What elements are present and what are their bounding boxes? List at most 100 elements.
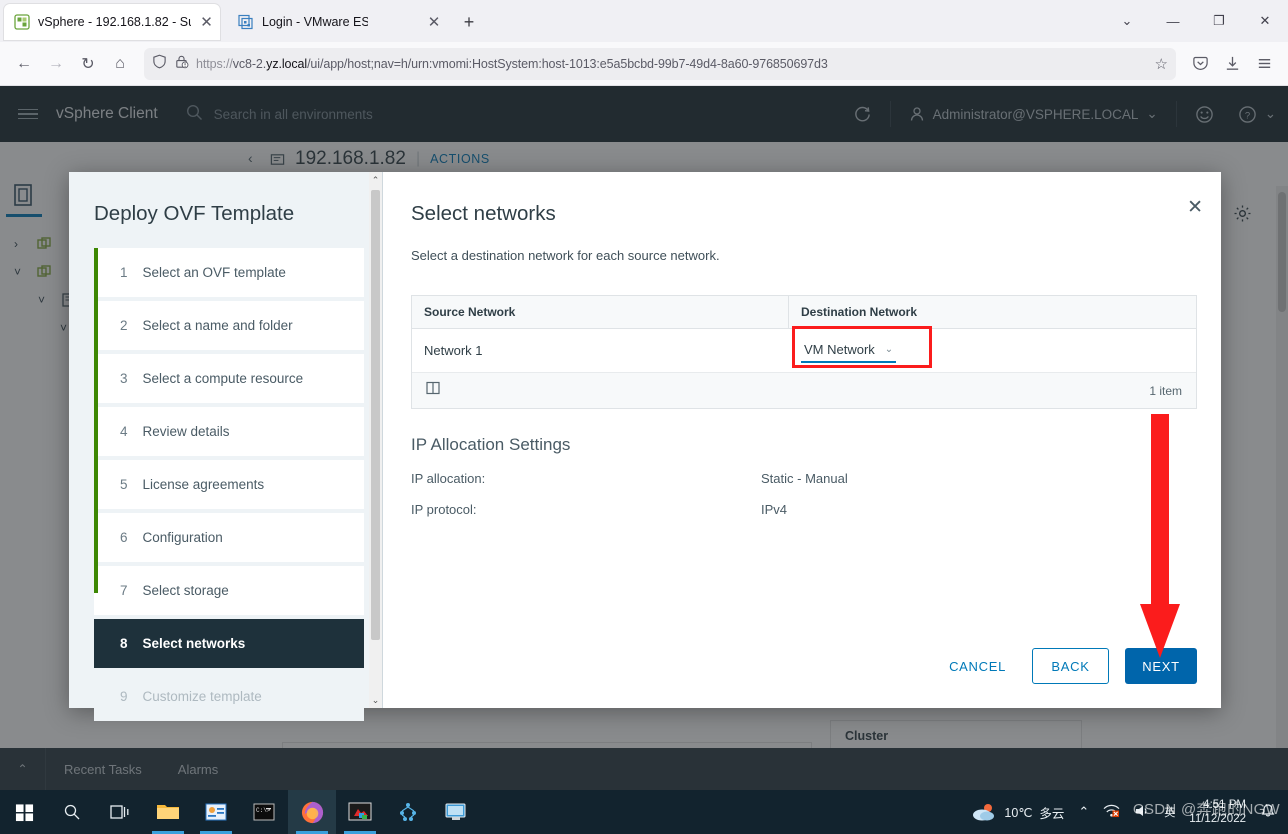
start-button[interactable]	[0, 790, 48, 834]
contact-card-icon[interactable]	[192, 790, 240, 834]
save-to-pocket-icon[interactable]	[1184, 48, 1216, 80]
reload-button[interactable]: ↻	[72, 48, 104, 80]
cancel-button[interactable]: CANCEL	[939, 648, 1016, 684]
column-header-source-network[interactable]: Source Network	[412, 295, 789, 329]
back-button[interactable]: BACK	[1032, 648, 1109, 684]
browser-nav-bar: ← → ↻ ⌂ https://vc8-2.yz.local/ui/app/ho…	[0, 42, 1288, 86]
close-icon[interactable]: ✕	[199, 15, 214, 30]
back-button[interactable]: ←	[8, 48, 40, 80]
ime-indicator[interactable]: 英	[1164, 804, 1175, 820]
scrollbar-thumb[interactable]	[371, 190, 380, 640]
wizard-step-5[interactable]: 5 License agreements	[94, 460, 364, 509]
monitor-icon[interactable]	[432, 790, 480, 834]
wizard-step-6[interactable]: 6 Configuration	[94, 513, 364, 562]
new-tab-button[interactable]: +	[456, 10, 482, 36]
scroll-up-icon[interactable]: ⌃	[369, 172, 382, 188]
wizard-step-8[interactable]: 8 Select networks	[94, 619, 364, 668]
tab-title: Login - VMware ESXi	[262, 15, 368, 29]
close-icon[interactable]: ✕	[1187, 198, 1203, 217]
volume-icon[interactable]	[1134, 804, 1150, 821]
step-number: 3	[120, 371, 128, 386]
destination-network-select[interactable]: VM Network ⌄	[801, 339, 897, 363]
close-icon[interactable]: ✕	[426, 15, 442, 30]
cell-destination-network: VM Network ⌄	[789, 325, 1196, 368]
ip-allocation-row: IP allocation: Static - Manual	[411, 471, 1197, 486]
esxi-icon	[238, 14, 254, 30]
task-view-icon[interactable]	[96, 790, 144, 834]
wizard-step-9: 9 Customize template	[94, 672, 364, 721]
firefox-icon[interactable]	[288, 790, 336, 834]
window-controls: ⌄ — ❐ ✕	[1104, 0, 1288, 42]
wizard-steps-panel: Deploy OVF Template 1 Select an OVF temp…	[69, 172, 383, 721]
ip-protocol-label: IP protocol:	[411, 502, 477, 517]
step-number: 4	[120, 424, 128, 439]
url-path: /ui/app/host;nav=h/urn:vmomi:HostSystem:…	[307, 56, 828, 71]
tray-expand-chevron-icon[interactable]: ⌃	[1078, 804, 1089, 820]
wizard-step-2[interactable]: 2 Select a name and folder	[94, 301, 364, 350]
wizard-step-7[interactable]: 7 Select storage	[94, 566, 364, 615]
dialog-title: Deploy OVF Template	[94, 202, 295, 225]
ip-allocation-label: IP allocation:	[411, 471, 486, 486]
table-row: Network 1 VM Network ⌄	[412, 325, 1196, 373]
tab-title: vSphere - 192.168.1.82 - Summa	[38, 15, 191, 29]
browser-tab-vsphere[interactable]: vSphere - 192.168.1.82 - Summa ✕	[4, 4, 220, 40]
forward-button: →	[48, 54, 64, 72]
screen: vSphere Client Search in all environment…	[0, 0, 1288, 834]
step-number: 9	[120, 689, 128, 704]
wizard-steps-list: 1 Select an OVF template 2 Select a name…	[94, 248, 364, 721]
weather-condition: 多云	[1039, 806, 1065, 821]
step-label: Select storage	[142, 583, 229, 598]
step-label: License agreements	[142, 477, 265, 492]
tab-list-chevron-down-icon[interactable]: ⌄	[1104, 0, 1150, 42]
url-scheme: https://	[196, 56, 233, 71]
wizard-step-3[interactable]: 3 Select a compute resource	[94, 354, 364, 403]
clock[interactable]: 4:51 PM 11/12/2022	[1189, 798, 1246, 826]
column-picker-icon[interactable]	[426, 381, 440, 400]
browser-tab-esxi[interactable]: Login - VMware ESXi ✕	[228, 4, 448, 40]
hamburger-menu-icon[interactable]	[1248, 48, 1280, 80]
close-window-button[interactable]: ✕	[1242, 0, 1288, 42]
image-icon[interactable]	[336, 790, 384, 834]
ip-allocation-value: Static - Manual	[761, 471, 848, 486]
download-icon[interactable]	[1216, 48, 1248, 80]
deploy-ovf-template-dialog: Deploy OVF Template 1 Select an OVF temp…	[69, 172, 1221, 721]
wizard-steps-scrollbar[interactable]: ⌃ ⌄	[369, 172, 382, 708]
clock-date: 11/12/2022	[1189, 813, 1246, 825]
wizard-step-4[interactable]: 4 Review details	[94, 407, 364, 456]
table-footer: 1 item	[412, 373, 1196, 408]
step-number: 7	[120, 583, 128, 598]
file-explorer-icon[interactable]	[144, 790, 192, 834]
network-icon[interactable]	[384, 790, 432, 834]
network-status-icon[interactable]	[1103, 803, 1120, 821]
step-label: Review details	[142, 424, 230, 439]
url-bar[interactable]: https://vc8-2.yz.local/ui/app/host;nav=h…	[144, 47, 1176, 80]
minimize-button[interactable]: —	[1150, 0, 1196, 42]
lock-warning-icon[interactable]	[174, 54, 189, 74]
weather-widget[interactable]: 10℃ 多云	[971, 802, 1064, 822]
column-header-destination-network[interactable]: Destination Network	[789, 296, 1196, 329]
step-label: Select networks	[142, 636, 246, 651]
home-button[interactable]: ⌂	[104, 48, 136, 80]
url-predomain: vc8-2.	[232, 56, 267, 71]
scroll-down-icon[interactable]: ⌄	[369, 692, 382, 708]
networks-table: Source Network Destination Network Netwo…	[411, 295, 1197, 409]
panel-subtitle: Select a destination network for each so…	[411, 248, 720, 263]
destination-network-value: VM Network	[804, 341, 875, 357]
step-label: Customize template	[142, 689, 262, 704]
search-icon[interactable]	[48, 790, 96, 834]
maximize-button[interactable]: ❐	[1196, 0, 1242, 42]
notification-icon[interactable]	[1260, 803, 1276, 822]
chevron-down-icon: ⌄	[884, 343, 894, 355]
wizard-step-1[interactable]: 1 Select an OVF template	[94, 248, 364, 297]
terminal-icon[interactable]: C:\>	[240, 790, 288, 834]
progress-rail	[94, 248, 98, 593]
panel-title: Select networks	[411, 202, 556, 225]
ip-protocol-value: IPv4	[761, 502, 788, 517]
weather-temp: 10℃	[1004, 805, 1033, 820]
step-number: 6	[120, 530, 128, 545]
bookmark-star-icon[interactable]: ☆	[1155, 55, 1168, 73]
url-text: https://vc8-2.yz.local/ui/app/host;nav=h…	[196, 57, 1148, 71]
weather-cloud-icon	[973, 804, 995, 821]
tracking-protection-shield-icon[interactable]	[152, 54, 167, 74]
step-number: 2	[120, 318, 128, 333]
